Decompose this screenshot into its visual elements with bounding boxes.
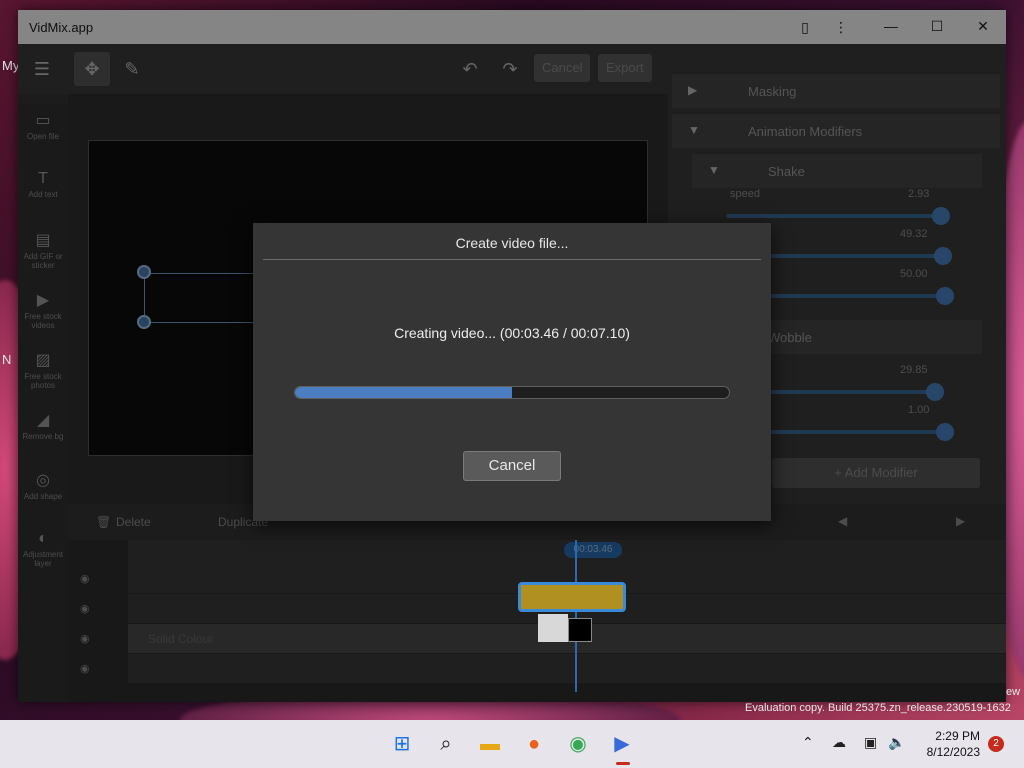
timeline-clip[interactable] [518,582,626,612]
progress-fill [295,387,512,398]
firefox-icon[interactable]: ● [518,728,550,760]
network-icon[interactable]: ▣ [864,734,877,751]
search-icon[interactable]: ⌕ [430,728,462,760]
evaluation-watermark: Evaluation copy. Build 25375.zn_release.… [745,702,1011,714]
clock-time: 2:29 PM [935,729,980,743]
cloud-icon[interactable]: ☁ [832,734,846,751]
clock[interactable]: 2:29 PM 8/12/2023 [912,728,980,760]
clip-thumbnail-light[interactable] [538,614,568,642]
file-explorer-icon[interactable]: ▬ [474,728,506,760]
create-video-dialog: Create video file... Creating video... (… [253,223,771,521]
desktop-icon-label[interactable]: N [2,352,11,367]
active-app-indicator [616,762,630,765]
vidmix-app-icon[interactable]: ▶ [606,728,638,760]
desktop-icon-label[interactable]: My [2,58,19,73]
dialog-divider [263,259,761,260]
taskbar: ⊞ ⌕ ▬ ● ◉ ▶ ⌃ ☁ ▣ 🔈 2:29 PM 8/12/2023 2 [0,720,1024,768]
chevron-up-icon[interactable]: ⌃ [802,734,814,751]
start-icon[interactable]: ⊞ [386,728,418,760]
volume-icon[interactable]: 🔈 [888,734,905,751]
dialog-status: Creating video... (00:03.46 / 00:07.10) [394,325,630,341]
dialog-title: Create video file... [455,235,569,251]
watermark-fragment: ew [1006,686,1021,698]
clock-date: 8/12/2023 [926,745,980,759]
playhead[interactable] [575,540,577,692]
chrome-icon[interactable]: ◉ [562,728,594,760]
notification-badge[interactable]: 2 [988,736,1004,752]
clip-thumbnail-dark[interactable] [568,618,592,642]
progress-bar [294,386,730,399]
cancel-button[interactable]: Cancel [463,451,561,481]
